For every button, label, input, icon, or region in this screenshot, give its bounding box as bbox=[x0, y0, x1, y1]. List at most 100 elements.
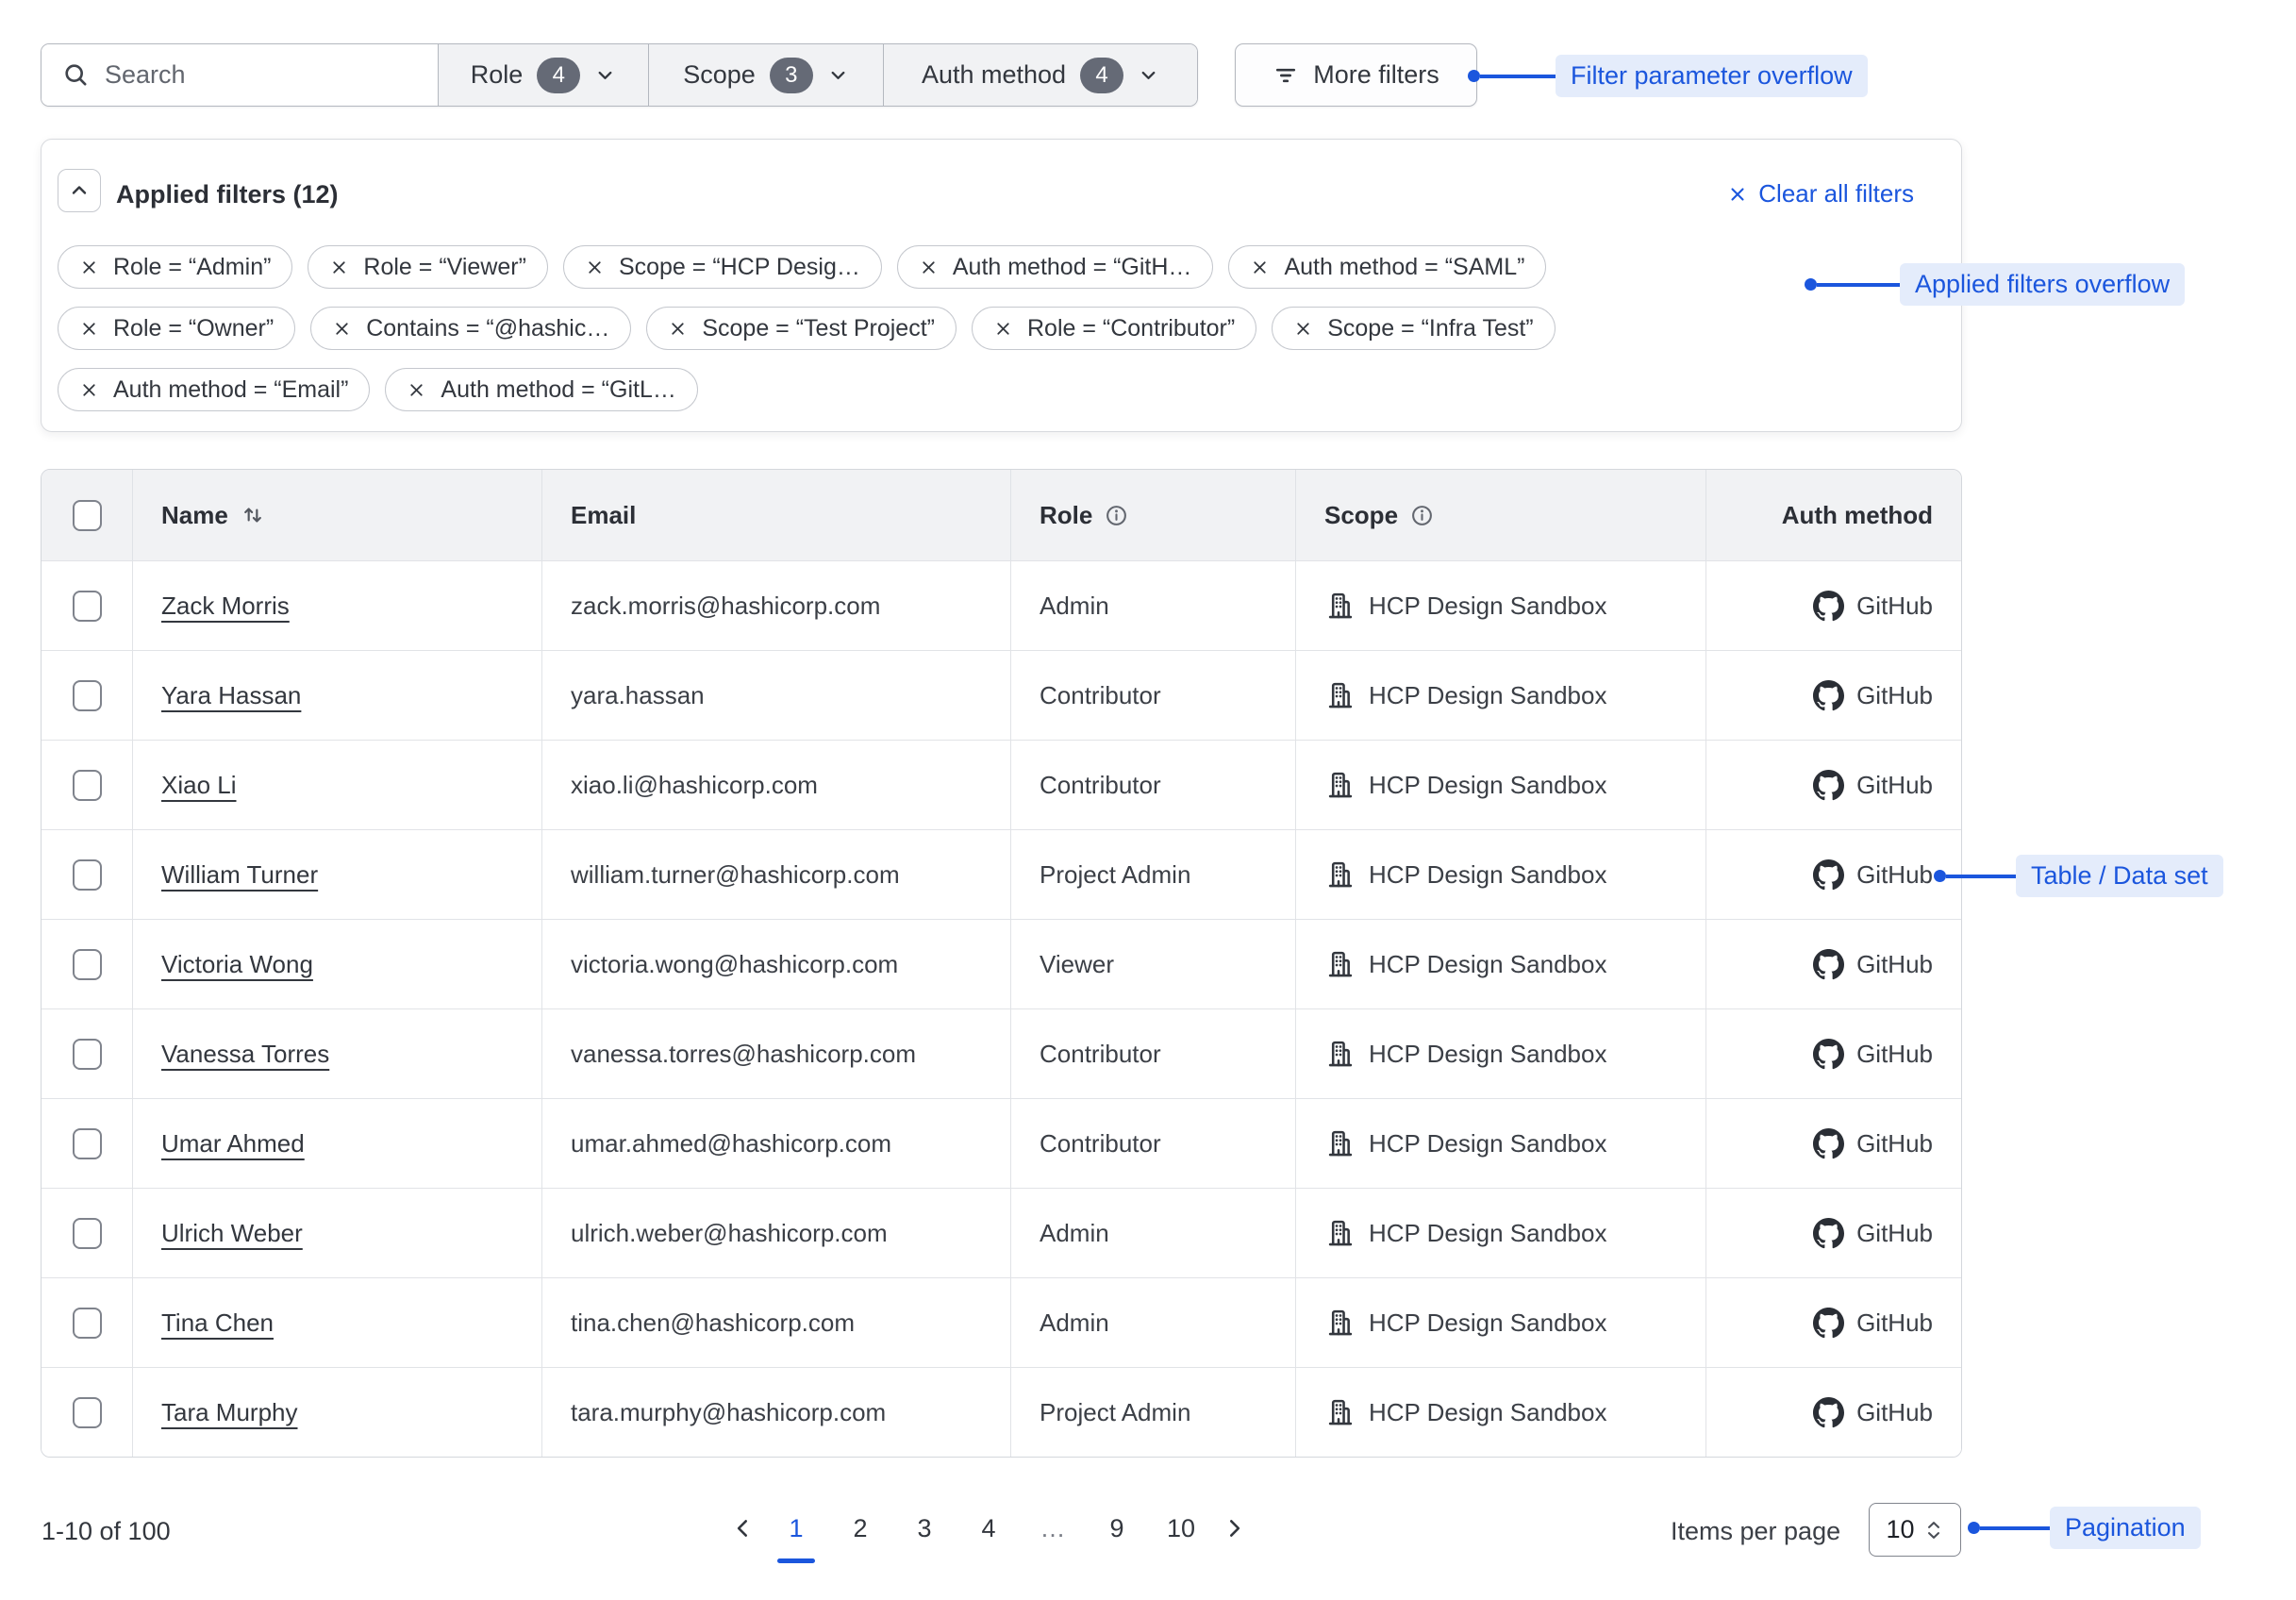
remove-filter-icon[interactable] bbox=[79, 258, 99, 277]
email-cell: tara.murphy@hashicorp.com bbox=[541, 1368, 1010, 1457]
applied-filter-chip[interactable]: Auth method = “Email” bbox=[58, 368, 370, 411]
pagination-page[interactable]: 9 bbox=[1094, 1506, 1140, 1551]
user-scope: HCP Design Sandbox bbox=[1369, 860, 1606, 890]
info-circle-icon[interactable] bbox=[1410, 504, 1434, 527]
row-checkbox[interactable] bbox=[73, 1128, 102, 1159]
row-checkbox[interactable] bbox=[73, 949, 102, 980]
info-circle-icon[interactable] bbox=[1105, 504, 1128, 527]
github-icon bbox=[1813, 1039, 1844, 1070]
items-per-page-value: 10 bbox=[1886, 1515, 1914, 1544]
remove-filter-icon[interactable] bbox=[79, 380, 99, 400]
remove-filter-icon[interactable] bbox=[993, 319, 1013, 339]
remove-filter-icon[interactable] bbox=[329, 258, 349, 277]
applied-filter-chip[interactable]: Role = “Admin” bbox=[58, 245, 292, 289]
row-checkbox[interactable] bbox=[73, 1039, 102, 1070]
pagination-page[interactable]: 1 bbox=[774, 1506, 819, 1551]
applied-filter-chip[interactable]: Role = “Owner” bbox=[58, 307, 295, 350]
filter-dropdown[interactable]: Auth method 4 bbox=[883, 44, 1197, 106]
email-cell: ulrich.weber@hashicorp.com bbox=[541, 1189, 1010, 1277]
column-header-scope: Scope bbox=[1295, 470, 1705, 560]
user-name-link[interactable]: Yara Hassan bbox=[161, 681, 301, 710]
name-cell: Umar Ahmed bbox=[132, 1099, 541, 1188]
remove-filter-icon[interactable] bbox=[668, 319, 688, 339]
remove-filter-icon[interactable] bbox=[919, 258, 939, 277]
filter-dropdown[interactable]: Role 4 bbox=[438, 44, 648, 106]
applied-filter-chip[interactable]: Scope = “HCP Desig… bbox=[563, 245, 882, 289]
user-name-link[interactable]: Umar Ahmed bbox=[161, 1129, 305, 1158]
row-checkbox[interactable] bbox=[73, 1218, 102, 1249]
user-email: yara.hassan bbox=[571, 681, 705, 710]
row-select-cell bbox=[42, 830, 132, 919]
clear-all-filters-label: Clear all filters bbox=[1758, 179, 1914, 208]
row-checkbox[interactable] bbox=[73, 859, 102, 891]
user-role: Contributor bbox=[1040, 681, 1161, 710]
pagination-nav: 1 2 3 4 … 9 10 bbox=[723, 1506, 1255, 1551]
applied-filter-chip[interactable]: Auth method = “GitL… bbox=[385, 368, 697, 411]
row-checkbox[interactable] bbox=[73, 1397, 102, 1428]
applied-filter-chip[interactable]: Contains = “@hashic… bbox=[310, 307, 631, 350]
pagination-page[interactable]: 3 bbox=[902, 1506, 947, 1551]
github-icon bbox=[1813, 591, 1844, 622]
user-name-link[interactable]: Xiao Li bbox=[161, 771, 237, 800]
auth-method-cell: GitHub bbox=[1705, 920, 1961, 1008]
search-input[interactable]: Search bbox=[42, 44, 438, 106]
remove-filter-icon[interactable] bbox=[585, 258, 605, 277]
role-cell: Contributor bbox=[1010, 651, 1295, 740]
remove-filter-icon[interactable] bbox=[332, 319, 352, 339]
auth-method-cell: GitHub bbox=[1705, 1189, 1961, 1277]
select-all-checkbox[interactable] bbox=[73, 500, 102, 531]
user-scope: HCP Design Sandbox bbox=[1369, 1129, 1606, 1158]
org-building-icon bbox=[1324, 590, 1356, 622]
row-checkbox[interactable] bbox=[73, 680, 102, 711]
applied-filter-chip[interactable]: Auth method = “GitH… bbox=[897, 245, 1214, 289]
user-name-link[interactable]: Ulrich Weber bbox=[161, 1219, 303, 1248]
previous-page-button[interactable] bbox=[723, 1506, 764, 1551]
user-email: victoria.wong@hashicorp.com bbox=[571, 950, 898, 979]
pagination-ellipsis: … bbox=[1030, 1506, 1075, 1551]
row-checkbox[interactable] bbox=[73, 591, 102, 622]
annotation-applied-overflow: Applied filters overflow bbox=[1805, 263, 2185, 306]
column-header-scope-label: Scope bbox=[1324, 501, 1398, 530]
user-name-link[interactable]: Tina Chen bbox=[161, 1308, 274, 1338]
user-name-link[interactable]: William Turner bbox=[161, 860, 318, 890]
pagination-page[interactable]: 10 bbox=[1158, 1506, 1204, 1551]
user-name-link[interactable]: Victoria Wong bbox=[161, 950, 313, 979]
remove-filter-icon[interactable] bbox=[407, 380, 426, 400]
user-name-link[interactable]: Vanessa Torres bbox=[161, 1040, 329, 1069]
chip-row: Auth method = “Email” Auth method = “Git… bbox=[58, 368, 1556, 411]
applied-filter-chip[interactable]: Scope = “Infra Test” bbox=[1272, 307, 1555, 350]
page-number: 2 bbox=[853, 1514, 867, 1543]
chevron-down-icon bbox=[1138, 64, 1159, 86]
github-icon bbox=[1813, 859, 1844, 891]
column-header-name[interactable]: Name bbox=[132, 470, 541, 560]
more-filters-button[interactable]: More filters bbox=[1235, 43, 1477, 107]
items-per-page-select[interactable]: 10 bbox=[1869, 1503, 1961, 1557]
name-cell: William Turner bbox=[132, 830, 541, 919]
email-cell: victoria.wong@hashicorp.com bbox=[541, 920, 1010, 1008]
user-scope: HCP Design Sandbox bbox=[1369, 950, 1606, 979]
applied-filter-chip[interactable]: Auth method = “SAML” bbox=[1228, 245, 1546, 289]
user-name-link[interactable]: Zack Morris bbox=[161, 592, 290, 621]
sort-arrows-icon[interactable] bbox=[241, 503, 265, 527]
result-range-label: 1-10 of 100 bbox=[42, 1517, 171, 1546]
applied-filter-chip[interactable]: Role = “Viewer” bbox=[308, 245, 548, 289]
table-body: Zack Morris zack.morris@hashicorp.com Ad… bbox=[42, 560, 1961, 1457]
chip-label: Scope = “Infra Test” bbox=[1327, 315, 1533, 342]
next-page-button[interactable] bbox=[1213, 1506, 1255, 1551]
table-row: Tina Chen tina.chen@hashicorp.com Admin … bbox=[42, 1277, 1961, 1367]
row-checkbox[interactable] bbox=[73, 770, 102, 801]
clear-all-filters-button[interactable]: Clear all filters bbox=[1727, 179, 1914, 208]
filter-dropdown[interactable]: Scope 3 bbox=[648, 44, 883, 106]
pagination-page[interactable]: 2 bbox=[838, 1506, 883, 1551]
org-building-icon bbox=[1324, 1396, 1356, 1428]
remove-filter-icon[interactable] bbox=[1250, 258, 1270, 277]
github-icon bbox=[1813, 1397, 1844, 1428]
remove-filter-icon[interactable] bbox=[79, 319, 99, 339]
applied-filter-chip[interactable]: Role = “Contributor” bbox=[972, 307, 1256, 350]
user-name-link[interactable]: Tara Murphy bbox=[161, 1398, 298, 1427]
collapse-toggle-button[interactable] bbox=[58, 169, 101, 212]
applied-filter-chip[interactable]: Scope = “Test Project” bbox=[646, 307, 957, 350]
pagination-page[interactable]: 4 bbox=[966, 1506, 1011, 1551]
row-checkbox[interactable] bbox=[73, 1308, 102, 1339]
remove-filter-icon[interactable] bbox=[1293, 319, 1313, 339]
